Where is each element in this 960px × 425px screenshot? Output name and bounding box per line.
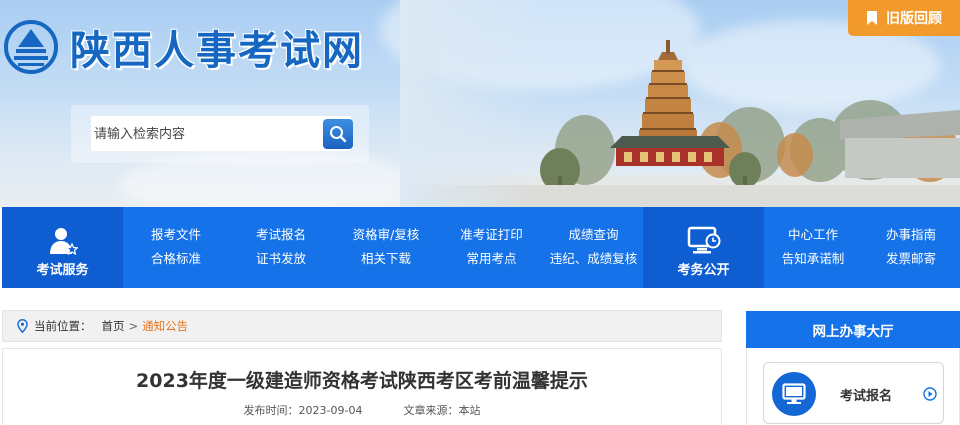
nav-exam-service-label: 考试服务 xyxy=(36,263,89,278)
publish-info: 发布时间：2023-09-04 xyxy=(244,404,363,417)
nav-link-weiji-fuhe[interactable]: 违纪、成绩复核 xyxy=(544,247,643,271)
sidebar-heading: 网上办事大厅 xyxy=(746,311,960,348)
publish-label: 发布时间： xyxy=(243,404,299,417)
search-input[interactable] xyxy=(91,116,351,151)
old-version-button[interactable]: 旧版回顾 xyxy=(848,0,960,36)
nav-link-fapiao-youji[interactable]: 发票邮寄 xyxy=(862,247,960,271)
nav-link-chengji-chaxun[interactable]: 成绩查询 xyxy=(544,223,643,247)
nav-link-baokao-wenjian[interactable]: 报考文件 xyxy=(123,223,229,247)
site-title: 陕西人事考试网 xyxy=(70,27,364,74)
article-panel: 2023年度一级建造师资格考试陕西考区考前温馨提示 发布时间：2023-09-0… xyxy=(2,348,722,425)
nav-link-changyong-kaodian[interactable]: 常用考点 xyxy=(439,247,544,271)
sidebar-panel: 考试报名 xyxy=(746,348,960,425)
breadcrumb-current-link[interactable]: 通知公告 xyxy=(142,318,188,334)
nav-link-hege-biaozhun[interactable]: 合格标准 xyxy=(123,247,229,271)
location-pin-icon xyxy=(17,319,28,333)
nav-link-gaozhi-chengnuo[interactable]: 告知承诺制 xyxy=(764,247,862,271)
nav-links-group-2: 中心工作 办事指南 告知承诺制 发票邮寄 xyxy=(764,207,960,288)
user-star-icon xyxy=(49,228,78,255)
monitor-clock-icon xyxy=(687,226,720,254)
nav-link-zige-shenhe[interactable]: 资格审/复核 xyxy=(333,223,439,247)
arrow-right-circle-icon[interactable] xyxy=(923,387,937,401)
old-version-label: 旧版回顾 xyxy=(886,11,942,27)
nav-exam-affairs-label: 考务公开 xyxy=(677,263,730,278)
site-logo[interactable]: 陕西人事考试网 xyxy=(4,18,364,76)
source-info: 文章来源：本站 xyxy=(403,404,480,417)
breadcrumb-separator: > xyxy=(128,319,139,333)
nav-link-xiangguan-xiazai[interactable]: 相关下载 xyxy=(333,247,439,271)
nav-link-zhengshu-fafang[interactable]: 证书发放 xyxy=(229,247,333,271)
nav-exam-service[interactable]: 考试服务 xyxy=(2,207,123,288)
publish-date: 2023-09-04 xyxy=(298,404,363,417)
nav-links-group-1: 报考文件 考试报名 资格审/复核 准考证打印 成绩查询 合格标准 证书发放 相关… xyxy=(123,207,643,288)
nav-link-zhunkaozheng[interactable]: 准考证打印 xyxy=(439,223,544,247)
source-value: 本站 xyxy=(458,404,481,417)
monitor-icon xyxy=(782,383,806,404)
nav-link-banshi-zhinan[interactable]: 办事指南 xyxy=(862,223,960,247)
main-nav: 考试服务 报考文件 考试报名 资格审/复核 准考证打印 成绩查询 合格标准 证书… xyxy=(2,207,960,288)
nav-link-zhongxin-gongzuo[interactable]: 中心工作 xyxy=(764,223,862,247)
nav-exam-affairs[interactable]: 考务公开 xyxy=(643,207,764,288)
logo-emblem-icon xyxy=(4,20,58,74)
nav-link-kaoshi-baoming[interactable]: 考试报名 xyxy=(229,223,333,247)
bookmark-icon xyxy=(867,11,877,25)
article-meta: 发布时间：2023-09-04 文章来源：本站 xyxy=(3,402,721,418)
breadcrumb: 当前位置： 首页 > 通知公告 xyxy=(2,310,722,342)
breadcrumb-home-link[interactable]: 首页 xyxy=(102,318,125,334)
article-title: 2023年度一级建造师资格考试陕西考区考前温馨提示 xyxy=(136,370,588,392)
source-label: 文章来源： xyxy=(403,404,459,417)
search-button[interactable] xyxy=(323,119,353,149)
sidebar-card-label: 考试报名 xyxy=(840,389,893,404)
breadcrumb-prefix: 当前位置： xyxy=(34,319,92,333)
search-box xyxy=(71,105,369,163)
header-banner: 陕西人事考试网 旧版回顾 xyxy=(0,0,960,207)
monitor-icon-circle xyxy=(772,372,816,416)
search-icon xyxy=(330,126,347,143)
sidebar-card-exam-registration[interactable]: 考试报名 xyxy=(763,362,944,424)
